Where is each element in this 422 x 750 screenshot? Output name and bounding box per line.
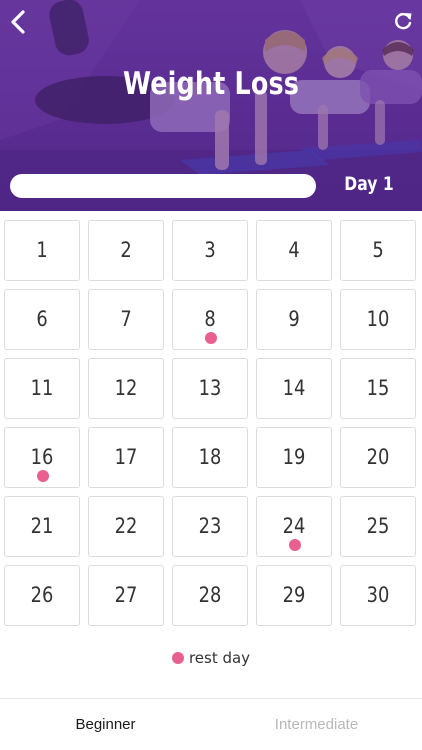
day-cell[interactable]: 9 bbox=[256, 289, 332, 350]
day-number: 15 bbox=[366, 376, 390, 400]
day-number: 14 bbox=[282, 376, 306, 400]
day-number: 28 bbox=[198, 583, 222, 607]
day-cell[interactable]: 3 bbox=[172, 220, 248, 281]
level-tabs: Beginner Intermediate bbox=[0, 699, 422, 750]
day-number: 16 bbox=[30, 445, 54, 469]
day-cell[interactable]: 22 bbox=[88, 496, 164, 557]
refresh-button[interactable] bbox=[392, 10, 414, 32]
day-cell[interactable]: 14 bbox=[256, 358, 332, 419]
day-cell[interactable]: 27 bbox=[88, 565, 164, 626]
day-number: 25 bbox=[366, 514, 390, 538]
program-title: Weight Loss bbox=[122, 66, 300, 102]
day-cell[interactable]: 4 bbox=[256, 220, 332, 281]
day-number: 27 bbox=[114, 583, 138, 607]
day-number: 10 bbox=[366, 307, 390, 331]
day-cell[interactable]: 16 bbox=[4, 427, 80, 488]
rest-day-dot bbox=[37, 470, 49, 482]
day-number: 7 bbox=[120, 307, 132, 331]
day-grid: 1 2 3 4 5 6 7 8 9 10 11 12 13 14 15 16 1… bbox=[4, 220, 418, 626]
day-number: 3 bbox=[204, 238, 216, 262]
day-cell[interactable]: 17 bbox=[88, 427, 164, 488]
day-number: 17 bbox=[114, 445, 138, 469]
day-cell[interactable]: 8 bbox=[172, 289, 248, 350]
header-banner: Weight Loss Day 1 bbox=[0, 0, 422, 211]
day-cell[interactable]: 10 bbox=[340, 289, 416, 350]
day-number: 30 bbox=[366, 583, 390, 607]
back-button[interactable] bbox=[6, 8, 30, 36]
day-number: 1 bbox=[36, 238, 48, 262]
day-number: 4 bbox=[288, 238, 300, 262]
day-cell[interactable]: 2 bbox=[88, 220, 164, 281]
day-cell[interactable]: 24 bbox=[256, 496, 332, 557]
day-number: 21 bbox=[30, 514, 54, 538]
day-cell[interactable]: 20 bbox=[340, 427, 416, 488]
tab-beginner[interactable]: Beginner bbox=[0, 699, 211, 750]
chevron-left-icon bbox=[11, 10, 25, 34]
day-cell[interactable]: 29 bbox=[256, 565, 332, 626]
tab-intermediate[interactable]: Intermediate bbox=[211, 699, 422, 750]
day-number: 9 bbox=[288, 307, 300, 331]
day-cell[interactable]: 28 bbox=[172, 565, 248, 626]
day-number: 2 bbox=[120, 238, 132, 262]
day-number: 6 bbox=[36, 307, 48, 331]
day-number: 23 bbox=[198, 514, 222, 538]
day-cell[interactable]: 15 bbox=[340, 358, 416, 419]
day-number: 13 bbox=[198, 376, 222, 400]
day-number: 26 bbox=[30, 583, 54, 607]
rest-day-dot bbox=[289, 539, 301, 551]
rest-day-legend: rest day bbox=[0, 649, 422, 667]
day-cell[interactable]: 23 bbox=[172, 496, 248, 557]
day-number: 18 bbox=[198, 445, 222, 469]
progress-bar bbox=[10, 174, 316, 198]
rest-day-dot bbox=[205, 332, 217, 344]
day-cell[interactable]: 1 bbox=[4, 220, 80, 281]
day-number: 12 bbox=[114, 376, 138, 400]
day-number: 8 bbox=[204, 307, 216, 331]
day-cell[interactable]: 19 bbox=[256, 427, 332, 488]
day-cell[interactable]: 30 bbox=[340, 565, 416, 626]
refresh-icon bbox=[395, 13, 412, 30]
day-cell[interactable]: 5 bbox=[340, 220, 416, 281]
day-number: 5 bbox=[372, 238, 384, 262]
day-number: 19 bbox=[282, 445, 306, 469]
day-cell[interactable]: 26 bbox=[4, 565, 80, 626]
day-cell[interactable]: 7 bbox=[88, 289, 164, 350]
day-cell[interactable]: 21 bbox=[4, 496, 80, 557]
day-cell[interactable]: 11 bbox=[4, 358, 80, 419]
day-cell[interactable]: 12 bbox=[88, 358, 164, 419]
day-number: 20 bbox=[366, 445, 390, 469]
day-cell[interactable]: 13 bbox=[172, 358, 248, 419]
current-day-label: Day 1 bbox=[344, 173, 394, 195]
rest-day-legend-label: rest day bbox=[188, 649, 251, 667]
day-number: 29 bbox=[282, 583, 306, 607]
day-number: 11 bbox=[30, 376, 54, 400]
day-number: 22 bbox=[114, 514, 138, 538]
day-cell[interactable]: 25 bbox=[340, 496, 416, 557]
day-number: 24 bbox=[282, 514, 306, 538]
day-cell[interactable]: 6 bbox=[4, 289, 80, 350]
rest-day-legend-dot bbox=[171, 652, 184, 664]
day-cell[interactable]: 18 bbox=[172, 427, 248, 488]
